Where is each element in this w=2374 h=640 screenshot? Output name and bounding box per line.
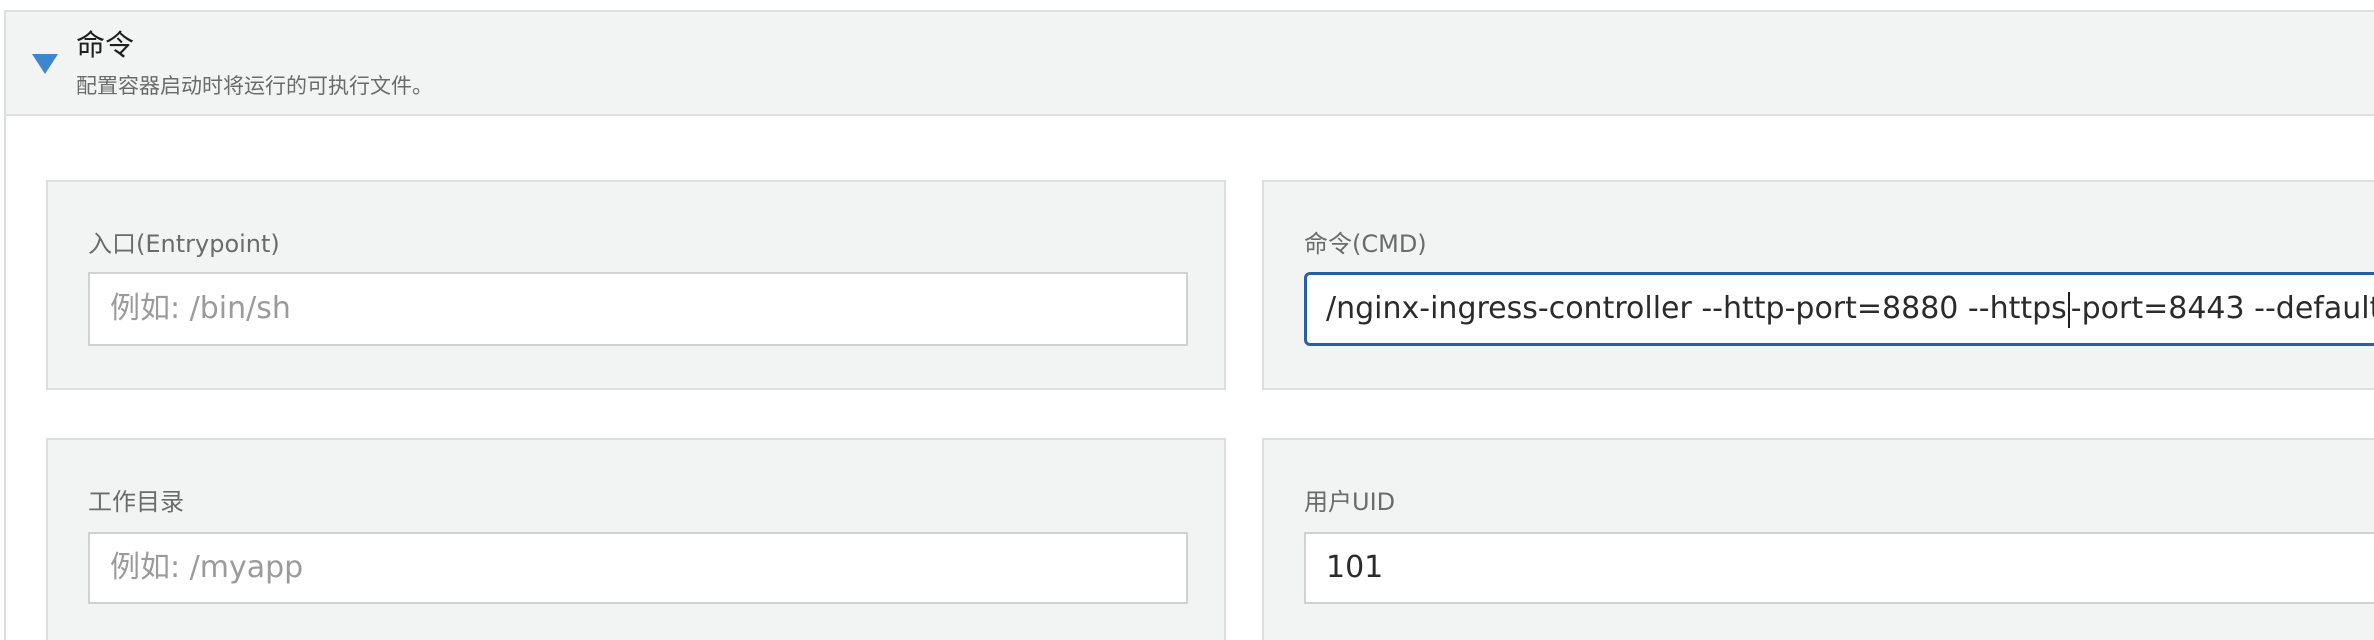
uid-input[interactable]: 101 <box>1304 532 2374 604</box>
cmd-label: 命令(CMD) <box>1304 230 1427 258</box>
cmd-input-text-after-caret: -port=8443 --default-ba <box>2070 291 2374 326</box>
section-subtitle: 配置容器启动时将运行的可执行文件。 <box>76 74 433 98</box>
entrypoint-label: 入口(Entrypoint) <box>88 230 280 258</box>
text-caret <box>2067 291 2070 328</box>
entrypoint-card: 入口(Entrypoint) 例如: /bin/sh <box>46 180 1226 390</box>
caret-down-icon[interactable] <box>32 54 58 74</box>
cmd-card: 命令(CMD) /nginx-ingress-controller --http… <box>1262 180 2374 390</box>
workdir-label: 工作目录 <box>88 488 184 516</box>
workdir-input[interactable]: 例如: /myapp <box>88 532 1188 604</box>
uid-card: 用户UID 101 <box>1262 438 2374 640</box>
command-section-header[interactable] <box>6 12 2374 116</box>
entrypoint-input[interactable]: 例如: /bin/sh <box>88 272 1188 346</box>
uid-label: 用户UID <box>1304 488 1396 516</box>
workdir-card: 工作目录 例如: /myapp <box>46 438 1226 640</box>
cmd-input-text-before-caret: /nginx-ingress-controller --http-port=88… <box>1326 291 2067 326</box>
cmd-input[interactable]: /nginx-ingress-controller --http-port=88… <box>1304 272 2374 346</box>
command-config-page: 命令 配置容器启动时将运行的可执行文件。 入口(Entrypoint) 例如: … <box>0 0 2374 640</box>
section-title: 命令 <box>76 28 135 62</box>
